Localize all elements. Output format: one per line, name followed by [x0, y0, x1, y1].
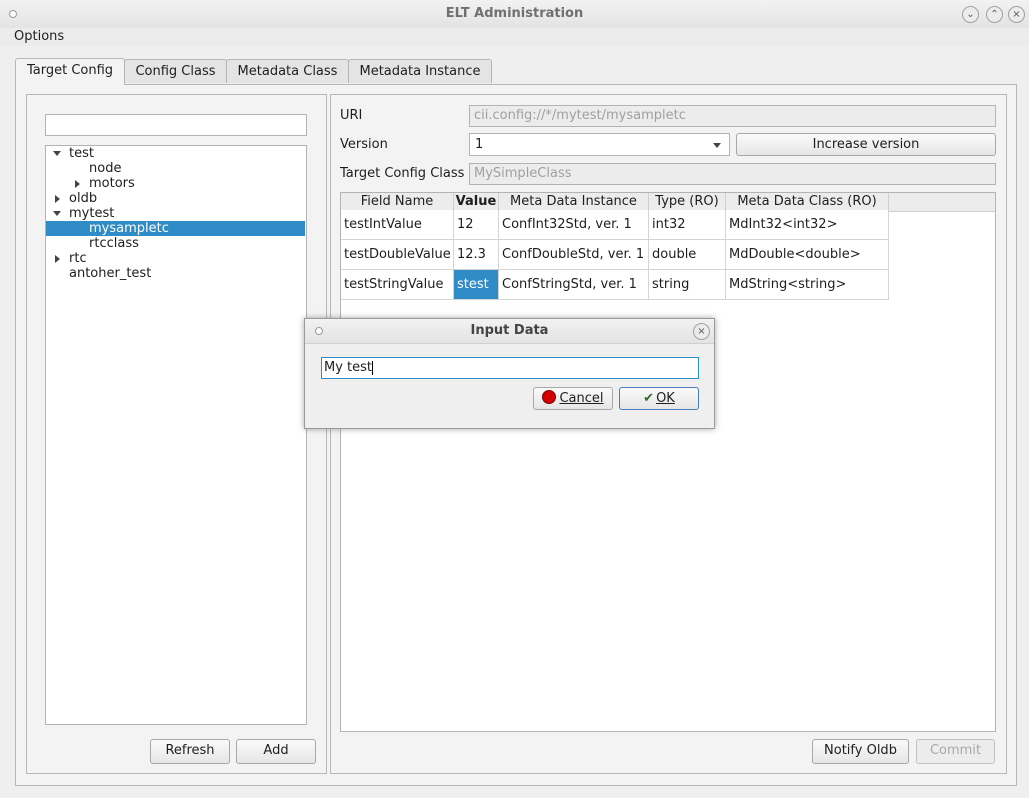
- table-cell[interactable]: 12.3: [453, 239, 499, 270]
- ok-button[interactable]: ✔ OK: [619, 387, 699, 410]
- tree-item-mytest[interactable]: mytest: [46, 206, 305, 221]
- input-data-dialog: Input Data × My test Cancel ✔ OK: [304, 318, 715, 429]
- tab-metadata-class[interactable]: Metadata Class: [226, 59, 349, 83]
- column-header[interactable]: Meta Data Instance: [498, 193, 649, 210]
- table-cell[interactable]: ConfStringStd, ver. 1: [498, 269, 649, 300]
- dialog-titlebar: Input Data ×: [305, 319, 714, 344]
- tree-item-rtcclass[interactable]: rtcclass: [46, 236, 305, 251]
- target-config-class-label: Target Config Class: [340, 166, 465, 181]
- check-icon: ✔: [643, 391, 655, 406]
- fields-grid[interactable]: Field Name Value Meta Data Instance Type…: [341, 193, 889, 300]
- table-row[interactable]: testIntValue 12 ConfInt32Std, ver. 1 int…: [341, 210, 889, 240]
- tree-item-oldb[interactable]: oldb: [46, 191, 305, 206]
- expanded-arrow-icon[interactable]: [53, 151, 61, 156]
- collapsed-arrow-icon[interactable]: [55, 255, 60, 263]
- tree-item-mysampletc[interactable]: mysampletc: [46, 221, 305, 236]
- table-cell[interactable]: ConfDoubleStd, ver. 1: [498, 239, 649, 270]
- collapsed-arrow-icon[interactable]: [55, 195, 60, 203]
- column-header[interactable]: Field Name: [341, 193, 454, 210]
- table-row[interactable]: testDoubleValue 12.3 ConfDoubleStd, ver.…: [341, 239, 889, 270]
- column-header[interactable]: Value: [453, 193, 499, 210]
- commit-button[interactable]: Commit: [916, 739, 995, 764]
- dialog-close-icon[interactable]: ×: [693, 323, 710, 340]
- tree-item-test[interactable]: test: [46, 146, 305, 161]
- table-cell[interactable]: MdString<string>: [725, 269, 889, 300]
- tree-panel: test node motors oldb mytest mysampletc …: [26, 94, 327, 774]
- target-config-class-field[interactable]: MySimpleClass: [469, 163, 996, 185]
- tree-item-node[interactable]: node: [46, 161, 305, 176]
- increase-version-button[interactable]: Increase version: [736, 133, 996, 156]
- window-titlebar: ELT Administration ⌄ ⌃ ×: [0, 0, 1029, 29]
- table-cell[interactable]: testIntValue: [341, 210, 454, 240]
- dialog-text-input[interactable]: My test: [321, 357, 699, 379]
- maximize-icon[interactable]: ⌃: [986, 6, 1003, 23]
- dialog-title: Input Data: [470, 323, 549, 338]
- table-cell-selected[interactable]: stest: [453, 269, 499, 300]
- table-cell[interactable]: double: [648, 239, 726, 270]
- expanded-arrow-icon[interactable]: [53, 211, 61, 216]
- tree-item-motors[interactable]: motors: [46, 176, 305, 191]
- menu-options[interactable]: Options: [14, 29, 64, 44]
- tree-item-antoher-test[interactable]: antoher_test: [46, 266, 305, 281]
- column-header[interactable]: Meta Data Class (RO): [725, 193, 889, 210]
- tree-search-input[interactable]: [45, 114, 307, 136]
- table-cell[interactable]: string: [648, 269, 726, 300]
- tree-view[interactable]: test node motors oldb mytest mysampletc …: [45, 145, 307, 725]
- table-cell[interactable]: MdInt32<int32>: [725, 210, 889, 240]
- minimize-icon[interactable]: ⌄: [962, 6, 979, 23]
- cancel-button[interactable]: Cancel: [533, 387, 613, 410]
- table-cell[interactable]: 12: [453, 210, 499, 240]
- refresh-button[interactable]: Refresh: [150, 739, 230, 764]
- chevron-down-icon: [713, 143, 721, 148]
- uri-field[interactable]: cii.config://*/mytest/mysampletc: [469, 105, 996, 127]
- column-header[interactable]: Type (RO): [648, 193, 726, 210]
- tab-target-config[interactable]: Target Config: [15, 58, 125, 85]
- tab-config-class[interactable]: Config Class: [124, 59, 227, 83]
- add-button[interactable]: Add: [236, 739, 316, 764]
- table-row[interactable]: testStringValue stest ConfStringStd, ver…: [341, 269, 889, 300]
- table-cell[interactable]: ConfInt32Std, ver. 1: [498, 210, 649, 240]
- table-cell[interactable]: testDoubleValue: [341, 239, 454, 270]
- window-title: ELT Administration: [445, 6, 584, 21]
- table-cell[interactable]: int32: [648, 210, 726, 240]
- text-cursor: [372, 360, 374, 375]
- stop-icon: [542, 390, 557, 404]
- version-label: Version: [340, 137, 388, 152]
- notify-oldb-button[interactable]: Notify Oldb: [812, 739, 909, 764]
- tab-metadata-instance[interactable]: Metadata Instance: [348, 59, 492, 83]
- version-value: 1: [475, 137, 484, 152]
- tree-item-rtc[interactable]: rtc: [46, 251, 305, 266]
- table-header-row: Field Name Value Meta Data Instance Type…: [341, 193, 889, 210]
- menubar: Options: [0, 28, 1029, 46]
- uri-label: URI: [340, 108, 363, 123]
- version-select[interactable]: 1: [469, 133, 730, 156]
- table-cell[interactable]: MdDouble<double>: [725, 239, 889, 270]
- table-cell[interactable]: testStringValue: [341, 269, 454, 300]
- collapsed-arrow-icon[interactable]: [75, 180, 80, 188]
- close-icon[interactable]: ×: [1008, 6, 1025, 23]
